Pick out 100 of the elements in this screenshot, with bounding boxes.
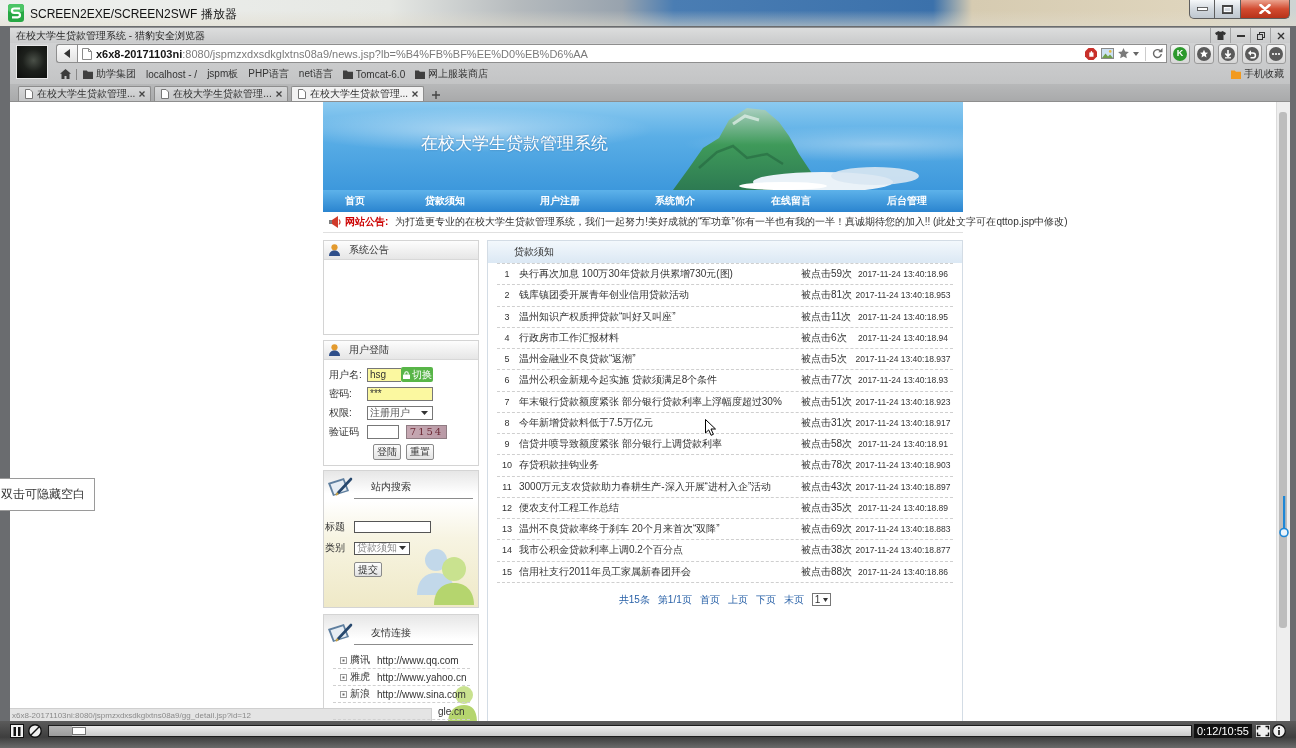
news-link[interactable]: 我市公积金贷款利率上调0.2个百分点: [519, 543, 683, 558]
search-field[interactable]: [354, 521, 431, 533]
fullscreen-icon[interactable]: [1256, 725, 1270, 737]
refresh-icon[interactable]: [1152, 48, 1163, 59]
news-link[interactable]: 钱库镇团委开展青年创业信用贷款活动: [519, 288, 689, 303]
link-url[interactable]: gle.cn: [438, 705, 465, 717]
row-number: 7: [504, 396, 510, 407]
row-number: 3: [504, 311, 510, 322]
bookmark-folder[interactable]: 助学集团: [83, 67, 136, 81]
extension-button[interactable]: K: [1170, 43, 1190, 64]
page-link[interactable]: 末页: [783, 592, 804, 607]
browser-tab[interactable]: 在校大学生贷款管理...: [18, 86, 152, 101]
no-entry-icon[interactable]: [28, 724, 42, 738]
date-text: 2017-11-24 13:40:18.923: [855, 396, 951, 407]
news-link[interactable]: 信贷井喷导致额度紧张 部分银行上调贷款利率: [519, 437, 722, 452]
bookmark-link[interactable]: localhost - /: [146, 68, 198, 80]
close-icon[interactable]: [139, 91, 146, 97]
bookmark-folder[interactable]: 手机收藏: [1231, 67, 1284, 81]
scrollbar[interactable]: [1276, 102, 1290, 721]
favorites-button[interactable]: [1194, 43, 1214, 64]
input-field[interactable]: ***: [367, 386, 433, 401]
click-count: 被点击11次: [801, 309, 852, 324]
minimize-button[interactable]: [1189, 0, 1215, 19]
date-text: 2017-11-24 13:40:18.89: [857, 502, 949, 513]
field-label: 密码:: [329, 386, 353, 401]
bookmark-folder[interactable]: Tomcat-6.0: [342, 68, 406, 80]
bookmark-folder[interactable]: 网上服装商店: [415, 67, 489, 81]
download-button[interactable]: [1218, 43, 1238, 64]
close-icon[interactable]: [412, 91, 419, 97]
date-text: 2017-11-24 13:40:18.953: [855, 290, 951, 301]
bullet-icon: [340, 690, 347, 698]
notepad-pen-icon: [327, 476, 353, 498]
news-link[interactable]: 今年新增贷款料低于7.5万亿元: [519, 415, 653, 430]
close-button[interactable]: [1241, 0, 1290, 19]
page-info: 共15条: [618, 592, 650, 607]
panel-title: 贷款须知: [514, 245, 554, 259]
star-icon[interactable]: [1118, 48, 1129, 59]
dropdown[interactable]: 注册用户: [367, 405, 433, 420]
menu-button[interactable]: [1266, 43, 1286, 64]
news-link[interactable]: 央行再次加息 100万30年贷款月供累增730元(图): [519, 267, 733, 282]
folder-icon: [415, 69, 426, 79]
plus-icon: [432, 90, 441, 99]
date-text: 2017-11-24 13:40:18.883: [855, 524, 951, 535]
page-link[interactable]: 首页: [699, 592, 720, 607]
progress-track[interactable]: [48, 725, 1192, 737]
info-icon[interactable]: [1272, 724, 1286, 738]
caret-icon[interactable]: [1133, 51, 1139, 56]
image-icon[interactable]: [1101, 48, 1114, 59]
close-icon[interactable]: [275, 91, 282, 97]
maximize-button[interactable]: [1215, 0, 1241, 19]
pause-button[interactable]: [10, 724, 24, 738]
captcha-field[interactable]: [367, 424, 399, 439]
page-dropdown[interactable]: 1: [811, 593, 832, 607]
reset-button[interactable]: 重置: [406, 444, 434, 460]
minimize-icon: [1236, 34, 1245, 37]
bookmark-link[interactable]: net语言: [298, 67, 333, 81]
shield-icon[interactable]: [1085, 47, 1097, 60]
field-label: 验证码: [329, 424, 360, 439]
news-link[interactable]: 行政房市工作汇报材料: [519, 330, 619, 345]
news-link[interactable]: 温州不良贷款率终于刹车 20个月来首次“双降”: [519, 522, 720, 537]
field-label: 用户名:: [329, 367, 363, 382]
news-link[interactable]: 年末银行贷款额度紧张 部分银行贷款利率上浮幅度超过30%: [519, 394, 782, 409]
page-icon: [297, 89, 306, 99]
news-link[interactable]: 温州金融业不良贷款“返潮”: [519, 352, 636, 367]
panel-title: 友情连接: [371, 626, 411, 640]
link-url[interactable]: http://www.sina.com: [377, 688, 466, 700]
page-link[interactable]: 下页: [755, 592, 776, 607]
bookmark-link[interactable]: PHP语言: [248, 67, 289, 81]
row-number: 15: [502, 566, 512, 577]
click-count: 被点击78次: [801, 458, 853, 473]
news-link[interactable]: 便农支付工程工作总结: [519, 500, 619, 515]
category-dropdown[interactable]: 贷款须知: [354, 541, 410, 555]
row-number: 10: [502, 460, 512, 471]
link-name: 腾讯: [350, 653, 371, 667]
status-url: x6x8-20171103ni:8080/jspmzxdxsdkglxtns08a9/gg_detail.jsp?id=12: [12, 710, 251, 720]
caret-icon: [399, 546, 406, 550]
link-url[interactable]: http://www.qq.com: [377, 654, 459, 666]
news-link[interactable]: 3000万元支农贷款助力春耕生产-深入开展“进村入企”活动: [519, 479, 772, 494]
input-field[interactable]: hsg: [367, 367, 401, 382]
date-text: 2017-11-24 13:40:18.94: [857, 332, 949, 343]
login-button[interactable]: 登陆: [373, 444, 401, 460]
news-link[interactable]: 存贷积款挂钩业务: [519, 458, 599, 473]
back-button[interactable]: [56, 44, 77, 63]
undo-button[interactable]: [1242, 43, 1262, 64]
home-button[interactable]: [60, 69, 71, 79]
submit-button[interactable]: 提交: [354, 561, 382, 577]
news-link[interactable]: 温州知识产权质押贷款“叫好又叫座”: [519, 309, 676, 324]
news-link[interactable]: 温州公积金新规今起实施 贷款须满足8个条件: [519, 373, 718, 388]
page-icon: [82, 47, 92, 60]
news-link[interactable]: 信用社支行2011年员工家属新春团拜会: [519, 564, 691, 579]
progress-thumb[interactable]: [71, 727, 86, 735]
browser-tab[interactable]: 在校大学生贷款管理...: [290, 86, 425, 101]
address-field[interactable]: x6x8-20171103ni:8080/jspmzxdxsdkglxtns08a9/news.jsp?lb=%B4%FB%BF%EE%D0%EB%D6%AA: [77, 44, 1167, 63]
page-link[interactable]: 上页: [727, 592, 748, 607]
bookmark-link[interactable]: jspm板: [207, 67, 239, 81]
browser-tab[interactable]: 在校大学生贷款管理...: [154, 86, 288, 101]
close-icon: [1259, 4, 1271, 14]
tooltip: 双击可隐藏空白: [0, 478, 95, 511]
scrollbar-thumb[interactable]: [1279, 112, 1287, 628]
link-url[interactable]: http://www.yahoo.cn: [377, 671, 467, 683]
